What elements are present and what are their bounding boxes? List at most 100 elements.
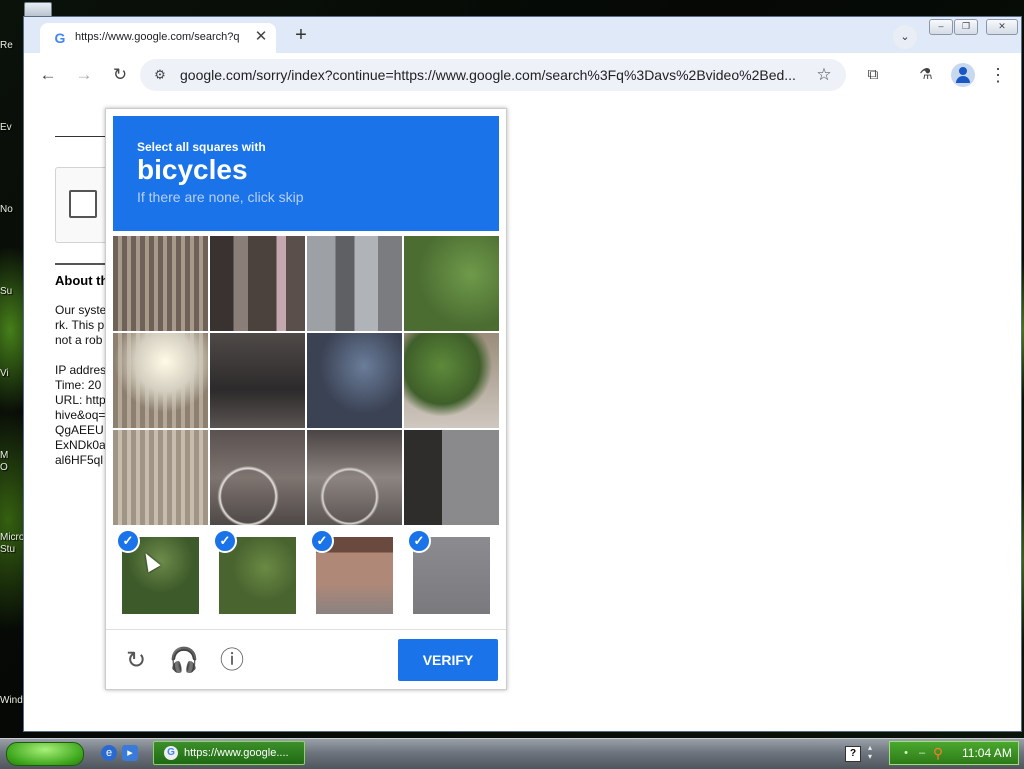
info-line: IP addres [55,363,107,377]
tab-google-search[interactable]: G https://www.google.com/search?q ✕ [40,23,276,53]
desktop-icon-label[interactable]: Micro [0,532,24,543]
avatar-head [959,67,967,75]
google-favicon-icon: G [54,30,66,46]
info-line: ExNDk0a [55,438,106,452]
browser-menu-icon[interactable]: ⋮ [986,63,1010,87]
desktop-icon-label[interactable]: Ev [0,122,24,133]
captcha-tile[interactable] [307,430,402,525]
tile-image [307,430,402,525]
captcha-tile[interactable] [210,333,305,428]
verify-button[interactable]: VERIFY [398,639,498,681]
selected-check-icon: ✓ [213,529,237,553]
minimize-button[interactable]: ‒ [929,19,953,35]
forward-icon[interactable]: → [72,63,96,87]
site-info-icon[interactable]: ⚙ [150,65,170,85]
reload-icon[interactable]: ↻ [108,63,132,87]
new-tab-button[interactable]: + [290,25,312,47]
captcha-tile[interactable] [113,333,208,428]
recaptcha-checkbox[interactable] [69,190,97,218]
divider [55,136,107,137]
selected-check-icon: ✓ [407,529,431,553]
info-line: al6HF5ql [55,453,104,467]
captcha-tile[interactable] [404,430,499,525]
divider [55,263,107,265]
back-icon[interactable]: ← [36,63,60,87]
help-info-icon[interactable]: ⓘ [217,646,247,676]
taskbar-item-browser[interactable]: G https://www.google.... [153,741,305,765]
tile-image [404,430,499,525]
help-icon[interactable]: ? [845,746,861,762]
tile-image [113,333,208,428]
challenge-header: Select all squares with bicycles If ther… [113,116,499,231]
desktop-icon-label[interactable]: Stu [0,544,24,555]
close-window-button[interactable]: ✕ [986,19,1018,35]
desktop-icon-label[interactable]: Vi [0,368,24,379]
tile-image [307,236,402,331]
url-text[interactable]: google.com/sorry/index?continue=https://… [180,67,805,83]
audio-challenge-icon[interactable]: 🎧 [169,646,199,676]
selected-check-icon: ✓ [310,529,334,553]
taskbar: e ▸ G https://www.google.... ? ▴ ▾ • ‒ ⚲ … [0,738,1024,769]
volume-icon[interactable]: ‒ [916,747,928,759]
avatar-body [956,76,970,83]
close-tab-icon[interactable]: ✕ [252,28,270,46]
taskbar-item-label: https://www.google.... [184,747,289,759]
clock[interactable]: 11:04 AM [962,746,1012,760]
tile-image [113,236,208,331]
address-bar[interactable]: ⚙ google.com/sorry/index?continue=https:… [140,59,846,91]
restore-button[interactable]: ❐ [954,19,978,35]
bookmark-star-icon[interactable]: ☆ [813,64,835,86]
challenge-footer-divider [106,629,506,630]
desktop-icon-label[interactable]: O [0,462,24,473]
ie-quicklaunch-icon[interactable]: e [101,745,117,761]
system-tray: • ‒ ⚲ 11:04 AM [889,741,1019,765]
captcha-challenge: Select all squares with bicycles If ther… [105,108,507,690]
desktop-icon-label[interactable]: No [0,204,24,215]
tab-strip: G https://www.google.com/search?q ✕ + ⌄ … [24,17,1021,53]
network-icon[interactable]: • [900,747,912,759]
tile-image [210,333,305,428]
info-line: URL: http [55,393,106,407]
challenge-target-word: bicycles [137,154,248,185]
info-line: Time: 20 [55,378,102,392]
challenge-instruction: Select all squares with [137,140,266,154]
tile-image [404,236,499,331]
tile-image [404,333,499,428]
captcha-tile[interactable] [307,236,402,331]
info-line: QgAEEU [55,423,104,437]
about-text-line: not a rob [55,333,103,347]
captcha-tile[interactable] [113,236,208,331]
desktop-icon-label[interactable]: Wind [0,695,24,706]
desktop-icon-label[interactable]: M [0,450,24,461]
about-heading: About th [55,273,109,288]
captcha-tile[interactable] [210,236,305,331]
captcha-tile[interactable] [404,236,499,331]
reload-challenge-icon[interactable]: ↻ [121,646,151,676]
captcha-tile[interactable] [307,333,402,428]
tab-search-icon[interactable]: ⌄ [893,25,917,49]
challenge-hint: If there are none, click skip [137,189,304,205]
start-button[interactable] [6,742,84,766]
about-text-line: Our syste [55,303,107,317]
chrome-taskbar-icon: G [164,746,178,760]
search-tray-icon[interactable]: ⚲ [932,746,944,760]
browser-toolbar: ← → ↻ ⚙ google.com/sorry/index?continue=… [24,53,1021,97]
captcha-tile[interactable] [404,333,499,428]
about-text-line: rk. This p [55,318,105,332]
captcha-tile[interactable] [210,430,305,525]
desktop-icon-label[interactable]: Su [0,286,24,297]
selected-check-icon: ✓ [116,529,140,553]
profile-avatar-icon[interactable] [951,63,975,87]
extensions-icon[interactable]: ⧉ [861,63,885,87]
desktop-icon-label[interactable]: Re [0,40,24,51]
tab-title: https://www.google.com/search?q [75,31,240,43]
captcha-tile[interactable] [113,430,208,525]
tile-image [113,430,208,525]
labs-icon[interactable]: ⚗ [914,63,938,87]
tile-image [210,236,305,331]
media-quicklaunch-icon[interactable]: ▸ [122,745,138,761]
info-line: hive&oq= [55,408,106,422]
tray-expand-icon[interactable]: ▴ ▾ [868,743,880,763]
tile-image [210,430,305,525]
tile-image [307,333,402,428]
